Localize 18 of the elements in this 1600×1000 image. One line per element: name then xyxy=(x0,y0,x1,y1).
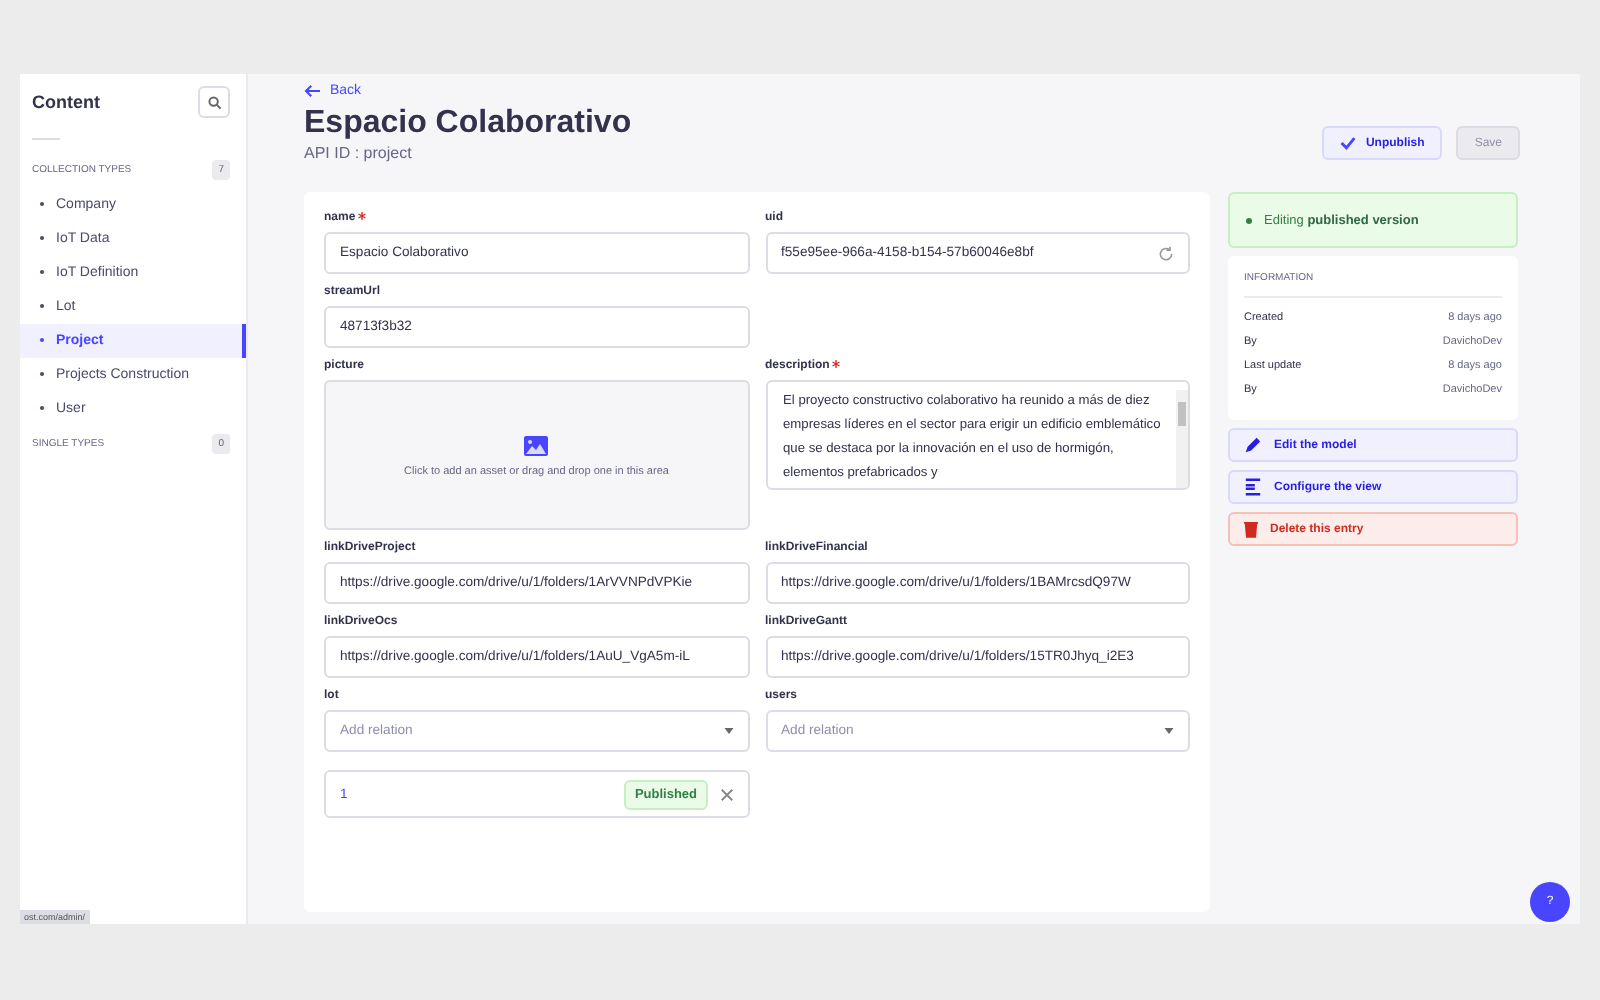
image-icon xyxy=(522,433,551,457)
pencil-icon xyxy=(1244,436,1262,454)
arrow-left-icon xyxy=(304,84,322,98)
sidebar-title: Content xyxy=(32,92,100,112)
caret-icon xyxy=(723,728,733,734)
caret-icon xyxy=(1164,728,1174,734)
list-icon xyxy=(1244,478,1262,496)
scrollbar[interactable] xyxy=(1176,390,1188,488)
status-dot-icon xyxy=(1246,217,1252,223)
check-icon xyxy=(1339,136,1356,150)
search-icon xyxy=(207,95,221,109)
refresh-icon[interactable] xyxy=(1158,245,1174,261)
page-title: Espacio Colaborativo xyxy=(304,106,632,142)
close-icon[interactable] xyxy=(719,787,733,801)
description-field[interactable] xyxy=(765,380,1190,490)
trash-icon xyxy=(1244,520,1258,538)
api-id-text: API ID : project xyxy=(304,144,414,162)
search-button[interactable] xyxy=(198,86,230,118)
